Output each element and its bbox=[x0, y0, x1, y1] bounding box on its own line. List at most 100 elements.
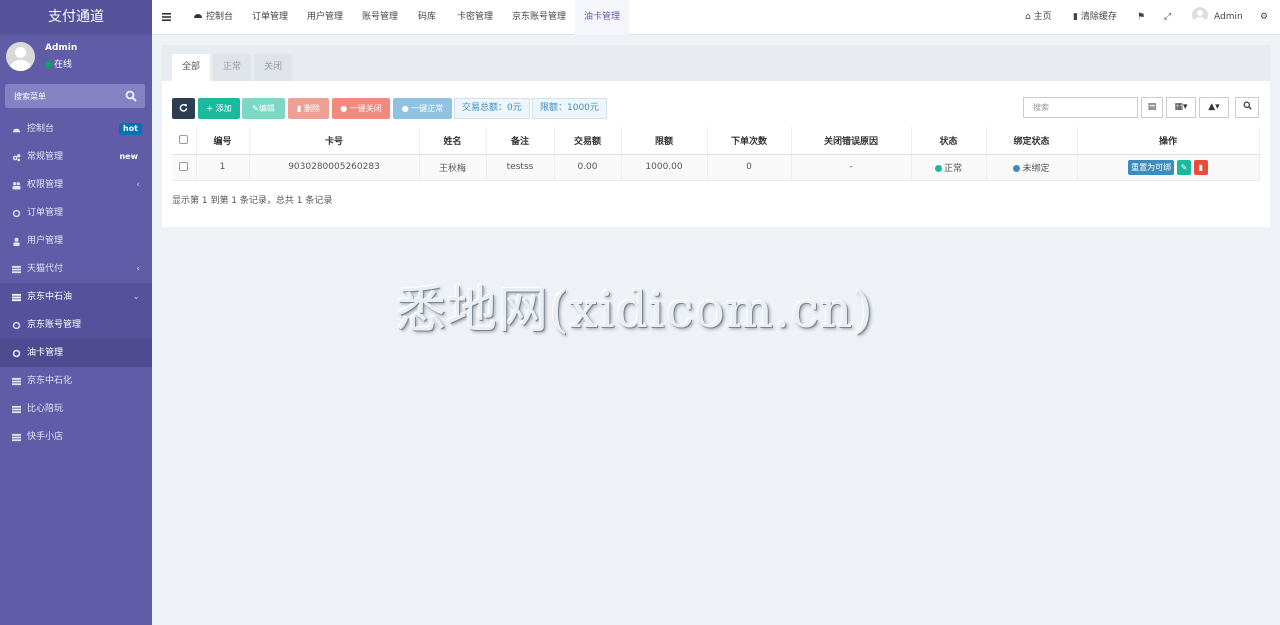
list-icon bbox=[12, 405, 21, 414]
sidebar-item-bixin[interactable]: 比心陪玩 bbox=[0, 395, 152, 423]
list-icon bbox=[12, 433, 21, 442]
col-orders[interactable]: 下单次数 bbox=[707, 127, 792, 155]
delete-button[interactable]: ▮ 删除 bbox=[288, 98, 329, 119]
refresh-button[interactable] bbox=[172, 98, 195, 119]
toggle-view-button[interactable]: ▤ bbox=[1141, 97, 1163, 118]
cell-status: 正常 bbox=[911, 154, 987, 181]
list-icon bbox=[12, 377, 21, 386]
cell-actions: 重置为可绑 ✎ ▮ bbox=[1077, 154, 1260, 181]
grid-icon: ▦▾ bbox=[1174, 102, 1188, 112]
col-status[interactable]: 状态 bbox=[911, 127, 987, 155]
cell-amount: 0.00 bbox=[554, 154, 622, 181]
search-icon bbox=[1243, 101, 1252, 110]
language-icon[interactable]: ⚑ bbox=[1137, 0, 1145, 35]
settings-cogs-icon[interactable]: ⚙ bbox=[1260, 0, 1268, 35]
reset-bind-button[interactable]: 重置为可绑 bbox=[1128, 159, 1175, 175]
col-actions: 操作 bbox=[1077, 127, 1260, 155]
close-all-button[interactable]: ● 一键关闭 bbox=[332, 98, 390, 119]
table-search-input[interactable] bbox=[1023, 97, 1138, 118]
sidebar-item-tmall[interactable]: 天猫代付 ‹ bbox=[0, 255, 152, 283]
tab-orders[interactable]: 订单管理 bbox=[243, 0, 297, 35]
sidebar-item-oil-cards[interactable]: 油卡管理 bbox=[0, 339, 152, 367]
col-id[interactable]: 编号 bbox=[196, 127, 250, 155]
status-badge[interactable]: 正常 bbox=[944, 164, 962, 174]
export-button[interactable]: ▲▾ bbox=[1199, 97, 1229, 118]
main-panel: 全部 正常 关闭 + 添加 ✎编辑 ▮ 删除 ● 一键关闭 ● 一键正常 交易总… bbox=[162, 45, 1270, 227]
row-delete-button[interactable]: ▮ bbox=[1193, 159, 1208, 175]
online-dot-icon bbox=[45, 61, 52, 68]
bind-status-badge[interactable]: 未绑定 bbox=[1022, 164, 1049, 174]
filter-tabs: 全部 正常 关闭 bbox=[162, 45, 1270, 81]
advanced-search-button[interactable] bbox=[1235, 97, 1259, 118]
hamburger-icon[interactable] bbox=[161, 11, 173, 23]
oil-card-table: 编号 卡号 姓名 备注 交易额 限额 下单次数 关闭错误原因 状态 绑定状态 操… bbox=[172, 127, 1260, 181]
sidebar-item-general[interactable]: 常规管理 new bbox=[0, 143, 152, 171]
row-checkbox[interactable] bbox=[179, 162, 189, 171]
dashboard-icon bbox=[194, 14, 202, 18]
add-button[interactable]: + 添加 bbox=[198, 98, 240, 119]
search-icon[interactable] bbox=[125, 90, 137, 102]
tab-all[interactable]: 全部 bbox=[172, 54, 211, 81]
sidebar-item-orders[interactable]: 订单管理 bbox=[0, 199, 152, 227]
row-edit-button[interactable]: ✎ bbox=[1177, 159, 1191, 175]
admin-menu[interactable]: Admin bbox=[1192, 0, 1243, 35]
select-all-checkbox[interactable] bbox=[179, 135, 189, 145]
pencil-icon: ✎ bbox=[252, 104, 259, 113]
export-icon: ▲▾ bbox=[1208, 102, 1220, 112]
user-status: 在线 bbox=[45, 57, 72, 70]
status-dot-icon bbox=[934, 164, 942, 172]
tab-oil-cards[interactable]: 油卡管理 bbox=[575, 0, 630, 35]
tab-closed[interactable]: 关闭 bbox=[254, 54, 293, 81]
dashboard-icon bbox=[12, 128, 21, 133]
home-link[interactable]: ⌂ 主页 bbox=[1025, 0, 1052, 35]
col-card-no[interactable]: 卡号 bbox=[249, 127, 420, 155]
plus-icon: + bbox=[206, 104, 216, 113]
sidebar: 支付通道 Admin 在线 控制台 hot 常规管理 new 权限管理 ‹ 订单… bbox=[0, 0, 152, 625]
sidebar-item-dashboard[interactable]: 控制台 hot bbox=[0, 115, 152, 143]
trash-icon: ▮ bbox=[1198, 162, 1204, 172]
sidebar-item-jd-petrochina[interactable]: 京东中石油 ⌄ bbox=[0, 283, 152, 311]
avatar bbox=[1192, 7, 1208, 23]
tab-accounts[interactable]: 账号管理 bbox=[353, 0, 407, 35]
table-icon: ▤ bbox=[1147, 102, 1157, 112]
fullscreen-icon[interactable]: ⤢ bbox=[1164, 0, 1171, 35]
watermark: 悉地网(xidicom.cn) bbox=[396, 281, 874, 339]
col-close-reason[interactable]: 关闭错误原因 bbox=[791, 127, 912, 155]
sidebar-item-users[interactable]: 用户管理 bbox=[0, 227, 152, 255]
col-limit[interactable]: 限额 bbox=[621, 127, 708, 155]
sidebar-item-jd-accounts[interactable]: 京东账号管理 bbox=[0, 311, 152, 339]
home-icon: ⌂ bbox=[1025, 12, 1034, 22]
col-amount[interactable]: 交易额 bbox=[554, 127, 622, 155]
edit-button[interactable]: ✎编辑 bbox=[242, 98, 285, 119]
circle-icon bbox=[12, 349, 21, 358]
new-badge: new bbox=[119, 152, 138, 161]
tab-users[interactable]: 用户管理 bbox=[298, 0, 352, 35]
circle-icon: ● bbox=[340, 104, 350, 113]
app-title[interactable]: 支付通道 bbox=[0, 0, 152, 35]
list-icon bbox=[12, 293, 21, 302]
row-select-cell bbox=[172, 154, 197, 181]
normal-all-button[interactable]: ● 一键正常 bbox=[393, 98, 452, 119]
col-bind-status[interactable]: 绑定状态 bbox=[986, 127, 1078, 155]
table-header-row: 编号 卡号 姓名 备注 交易额 限额 下单次数 关闭错误原因 状态 绑定状态 操… bbox=[172, 127, 1260, 155]
chevron-left-icon: ‹ bbox=[136, 180, 140, 190]
sidebar-item-permissions[interactable]: 权限管理 ‹ bbox=[0, 171, 152, 199]
user-panel: Admin 在线 bbox=[0, 35, 152, 81]
user-name: Admin bbox=[45, 43, 78, 53]
clear-cache-link[interactable]: ▮ 清除缓存 bbox=[1073, 0, 1117, 35]
col-remark[interactable]: 备注 bbox=[486, 127, 555, 155]
select-all-cell bbox=[172, 127, 197, 155]
tab-dashboard[interactable]: 控制台 bbox=[184, 0, 242, 35]
tab-normal[interactable]: 正常 bbox=[213, 54, 252, 81]
pencil-icon: ✎ bbox=[1180, 162, 1188, 172]
users-icon bbox=[12, 182, 21, 190]
top-nav: 控制台 订单管理 用户管理 账号管理 码库 卡密管理 京东账号管理 油卡管理 ⌂… bbox=[152, 0, 1280, 35]
sidebar-item-kuaishou[interactable]: 快手小店 bbox=[0, 423, 152, 451]
tab-card-secrets[interactable]: 卡密管理 bbox=[448, 0, 502, 35]
tab-code-library[interactable]: 码库 bbox=[409, 0, 445, 35]
columns-button[interactable]: ▦▾ bbox=[1166, 97, 1196, 118]
tab-jd-accounts[interactable]: 京东账号管理 bbox=[503, 0, 575, 35]
sidebar-item-jd-sinopec[interactable]: 京东中石化 bbox=[0, 367, 152, 395]
menu-search-input[interactable] bbox=[5, 84, 123, 108]
col-name[interactable]: 姓名 bbox=[419, 127, 487, 155]
